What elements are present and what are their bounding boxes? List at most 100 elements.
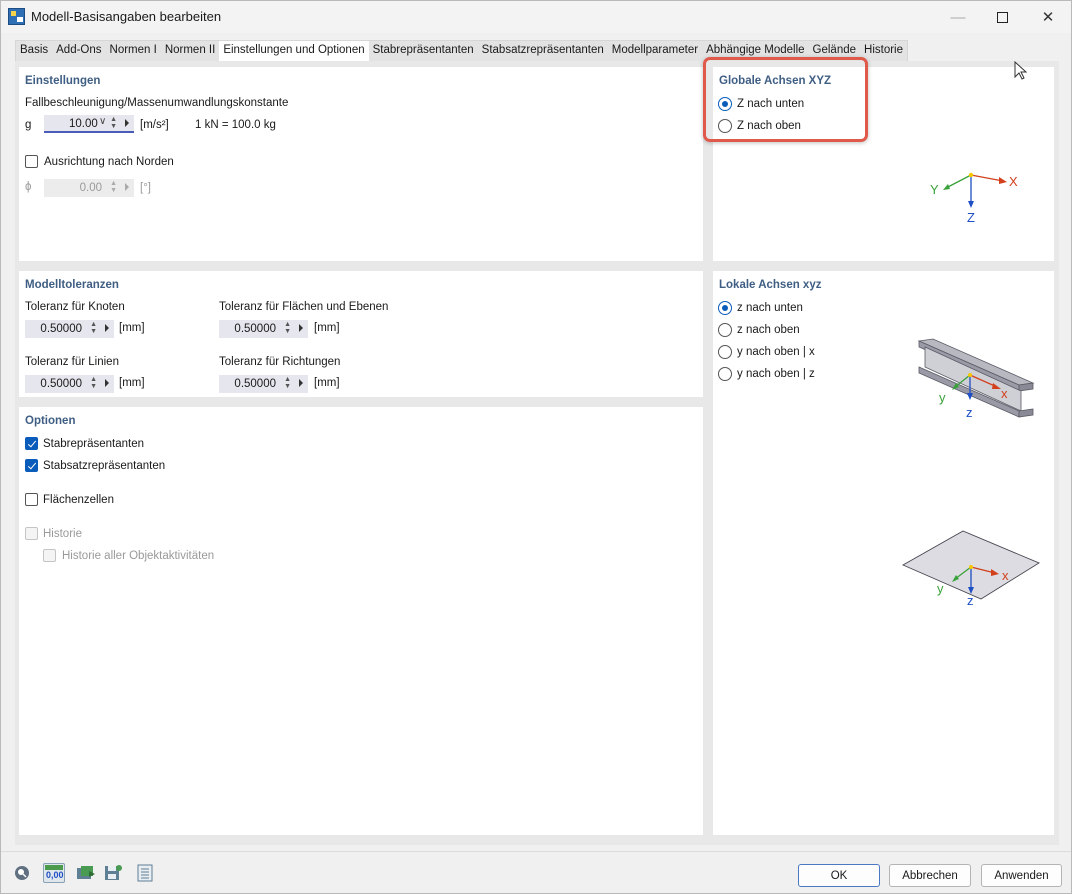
list-button[interactable] xyxy=(135,863,157,883)
close-icon: ✕ xyxy=(1041,9,1055,26)
x-axis-arrow xyxy=(999,177,1007,184)
list-icon xyxy=(137,864,153,882)
lokale-achsen-title: Lokale Achsen xyz xyxy=(719,279,822,291)
local-z-up-label: z nach oben xyxy=(737,324,800,336)
tab-stabrepraesentanten[interactable]: Stabrepräsentanten xyxy=(369,41,478,61)
knoten-value: 0.50000 xyxy=(40,323,82,335)
local-y-up-z-radio[interactable] xyxy=(718,367,732,381)
tab-basis[interactable]: Basis xyxy=(16,41,52,61)
tab-normen-i[interactable]: Normen I xyxy=(106,41,161,61)
tab-normen-ii[interactable]: Normen II xyxy=(161,41,220,61)
tab-stabsatzrepraesentanten[interactable]: Stabsatzrepräsentanten xyxy=(478,41,608,61)
cancel-button[interactable]: Abbrechen xyxy=(889,864,971,887)
surface-y-axis-label: y xyxy=(937,581,944,596)
modelltoleranzen-panel: Modelltoleranzen Toleranz für Knoten 0.5… xyxy=(19,271,703,397)
spinner-arrows-icon[interactable]: ▲ ▼ xyxy=(284,376,291,390)
einstellungen-title: Einstellungen xyxy=(25,75,101,87)
spinner-arrows-icon[interactable]: ▲ ▼ xyxy=(284,321,291,335)
linien-input[interactable]: 0.50000 ▲ ▼ xyxy=(25,375,114,393)
z-axis-arrow xyxy=(968,201,974,208)
linien-label: Toleranz für Linien xyxy=(25,356,119,368)
local-z-up-radio[interactable] xyxy=(718,323,732,337)
historie-alle-checkbox xyxy=(43,549,56,562)
richtungen-value: 0.50000 xyxy=(234,378,276,390)
surface-z-axis-label: z xyxy=(967,593,974,607)
phi-symbol: ϕ xyxy=(25,181,32,193)
minimize-button[interactable]: — xyxy=(935,1,981,33)
richtungen-input[interactable]: 0.50000 ▲ ▼ xyxy=(219,375,308,393)
origin-point xyxy=(968,172,974,178)
tab-add-ons[interactable]: Add-Ons xyxy=(52,41,105,61)
flaechen-label: Toleranz für Flächen und Ebenen xyxy=(219,301,389,313)
linien-value: 0.50000 xyxy=(40,378,82,390)
expand-arrow-icon xyxy=(125,183,129,191)
chevron-down-icon[interactable]: ∨ xyxy=(99,116,106,127)
g-symbol: g xyxy=(25,119,32,131)
optionen-panel: Optionen Stabrepräsentanten Stabsatzrepr… xyxy=(19,407,703,835)
close-button[interactable]: ✕ xyxy=(1025,1,1071,33)
stabrep-label: Stabrepräsentanten xyxy=(43,438,145,450)
import-button[interactable] xyxy=(75,863,97,883)
help-search-icon xyxy=(15,866,29,880)
units-button[interactable]: 0,00 xyxy=(43,863,65,883)
spinner-arrows-icon: ▲ ▼ xyxy=(110,180,117,194)
historie-checkbox xyxy=(25,527,38,540)
help-search-button[interactable] xyxy=(11,863,33,883)
flaechen-value: 0.50000 xyxy=(234,323,276,335)
dialog-window: Modell-Basisangaben bearbeiten — ✕ Basis… xyxy=(0,0,1072,894)
stabrep-checkbox[interactable] xyxy=(25,437,38,450)
local-y-axis-label: y xyxy=(939,390,946,405)
knoten-unit: [mm] xyxy=(119,322,145,334)
tab-modellparameter[interactable]: Modellparameter xyxy=(608,41,702,61)
surface-x-axis-label: x xyxy=(1002,568,1009,583)
flaechen-input[interactable]: 0.50000 ▲ ▼ xyxy=(219,320,308,338)
tab-historie[interactable]: Historie xyxy=(860,41,907,61)
expand-arrow-icon[interactable] xyxy=(299,379,303,387)
save-button[interactable] xyxy=(102,863,124,883)
north-checkbox[interactable] xyxy=(25,155,38,168)
maximize-button[interactable] xyxy=(979,1,1025,33)
spinner-arrows-icon[interactable]: ▲ ▼ xyxy=(90,321,97,335)
phi-input: 0.00 ▲ ▼ xyxy=(44,179,134,197)
richtungen-label: Toleranz für Richtungen xyxy=(219,356,341,368)
expand-arrow-icon[interactable] xyxy=(105,379,109,387)
historie-alle-label: Historie aller Objektaktivitäten xyxy=(62,550,215,562)
highlight-annotation xyxy=(703,57,868,142)
flaechenzellen-checkbox[interactable] xyxy=(25,493,38,506)
x-axis-line xyxy=(970,174,1004,182)
g-value-input[interactable]: 10.00 ∨ ▲ ▼ xyxy=(44,115,134,133)
spinner-arrows-icon[interactable]: ▲ ▼ xyxy=(90,376,97,390)
local-y-up-x-radio[interactable] xyxy=(718,345,732,359)
expand-arrow-icon[interactable] xyxy=(105,324,109,332)
knoten-input[interactable]: 0.50000 ▲ ▼ xyxy=(25,320,114,338)
beam-origin-point xyxy=(968,373,972,377)
apply-button[interactable]: Anwenden xyxy=(981,864,1062,887)
stabsatzrep-checkbox[interactable] xyxy=(25,459,38,472)
local-x-axis-label: x xyxy=(1001,386,1008,401)
app-icon xyxy=(8,8,25,25)
surface-origin-point xyxy=(969,565,973,569)
modelltoleranzen-title: Modelltoleranzen xyxy=(25,279,119,291)
lokale-achsen-panel: Lokale Achsen xyz z nach unten z nach ob… xyxy=(713,271,1054,835)
linien-unit: [mm] xyxy=(119,377,145,389)
minimize-icon: — xyxy=(950,8,966,26)
local-z-axis-label: z xyxy=(966,405,973,420)
optionen-title: Optionen xyxy=(25,415,76,427)
mouse-cursor-icon xyxy=(1014,61,1028,80)
local-y-up-x-label: y nach oben | x xyxy=(737,346,815,358)
flaechen-unit: [mm] xyxy=(314,322,340,334)
tab-einstellungen-und-optionen[interactable]: Einstellungen und Optionen xyxy=(219,41,369,62)
expand-arrow-icon[interactable] xyxy=(299,324,303,332)
y-axis-arrow xyxy=(943,184,950,190)
units-value: 0,00 xyxy=(46,870,64,880)
phi-value: 0.00 xyxy=(79,182,102,194)
expand-arrow-icon[interactable] xyxy=(125,119,129,127)
ok-button[interactable]: OK xyxy=(798,864,880,887)
local-y-up-z-label: y nach oben | z xyxy=(737,368,815,380)
local-z-down-radio[interactable] xyxy=(718,301,732,315)
spinner-arrows-icon[interactable]: ▲ ▼ xyxy=(110,116,117,130)
north-label: Ausrichtung nach Norden xyxy=(44,156,174,168)
dialog-footer: 0,00 OK Abbrechen Anwenden xyxy=(1,851,1071,893)
historie-label: Historie xyxy=(43,528,82,540)
y-axis-label: Y xyxy=(930,182,939,197)
